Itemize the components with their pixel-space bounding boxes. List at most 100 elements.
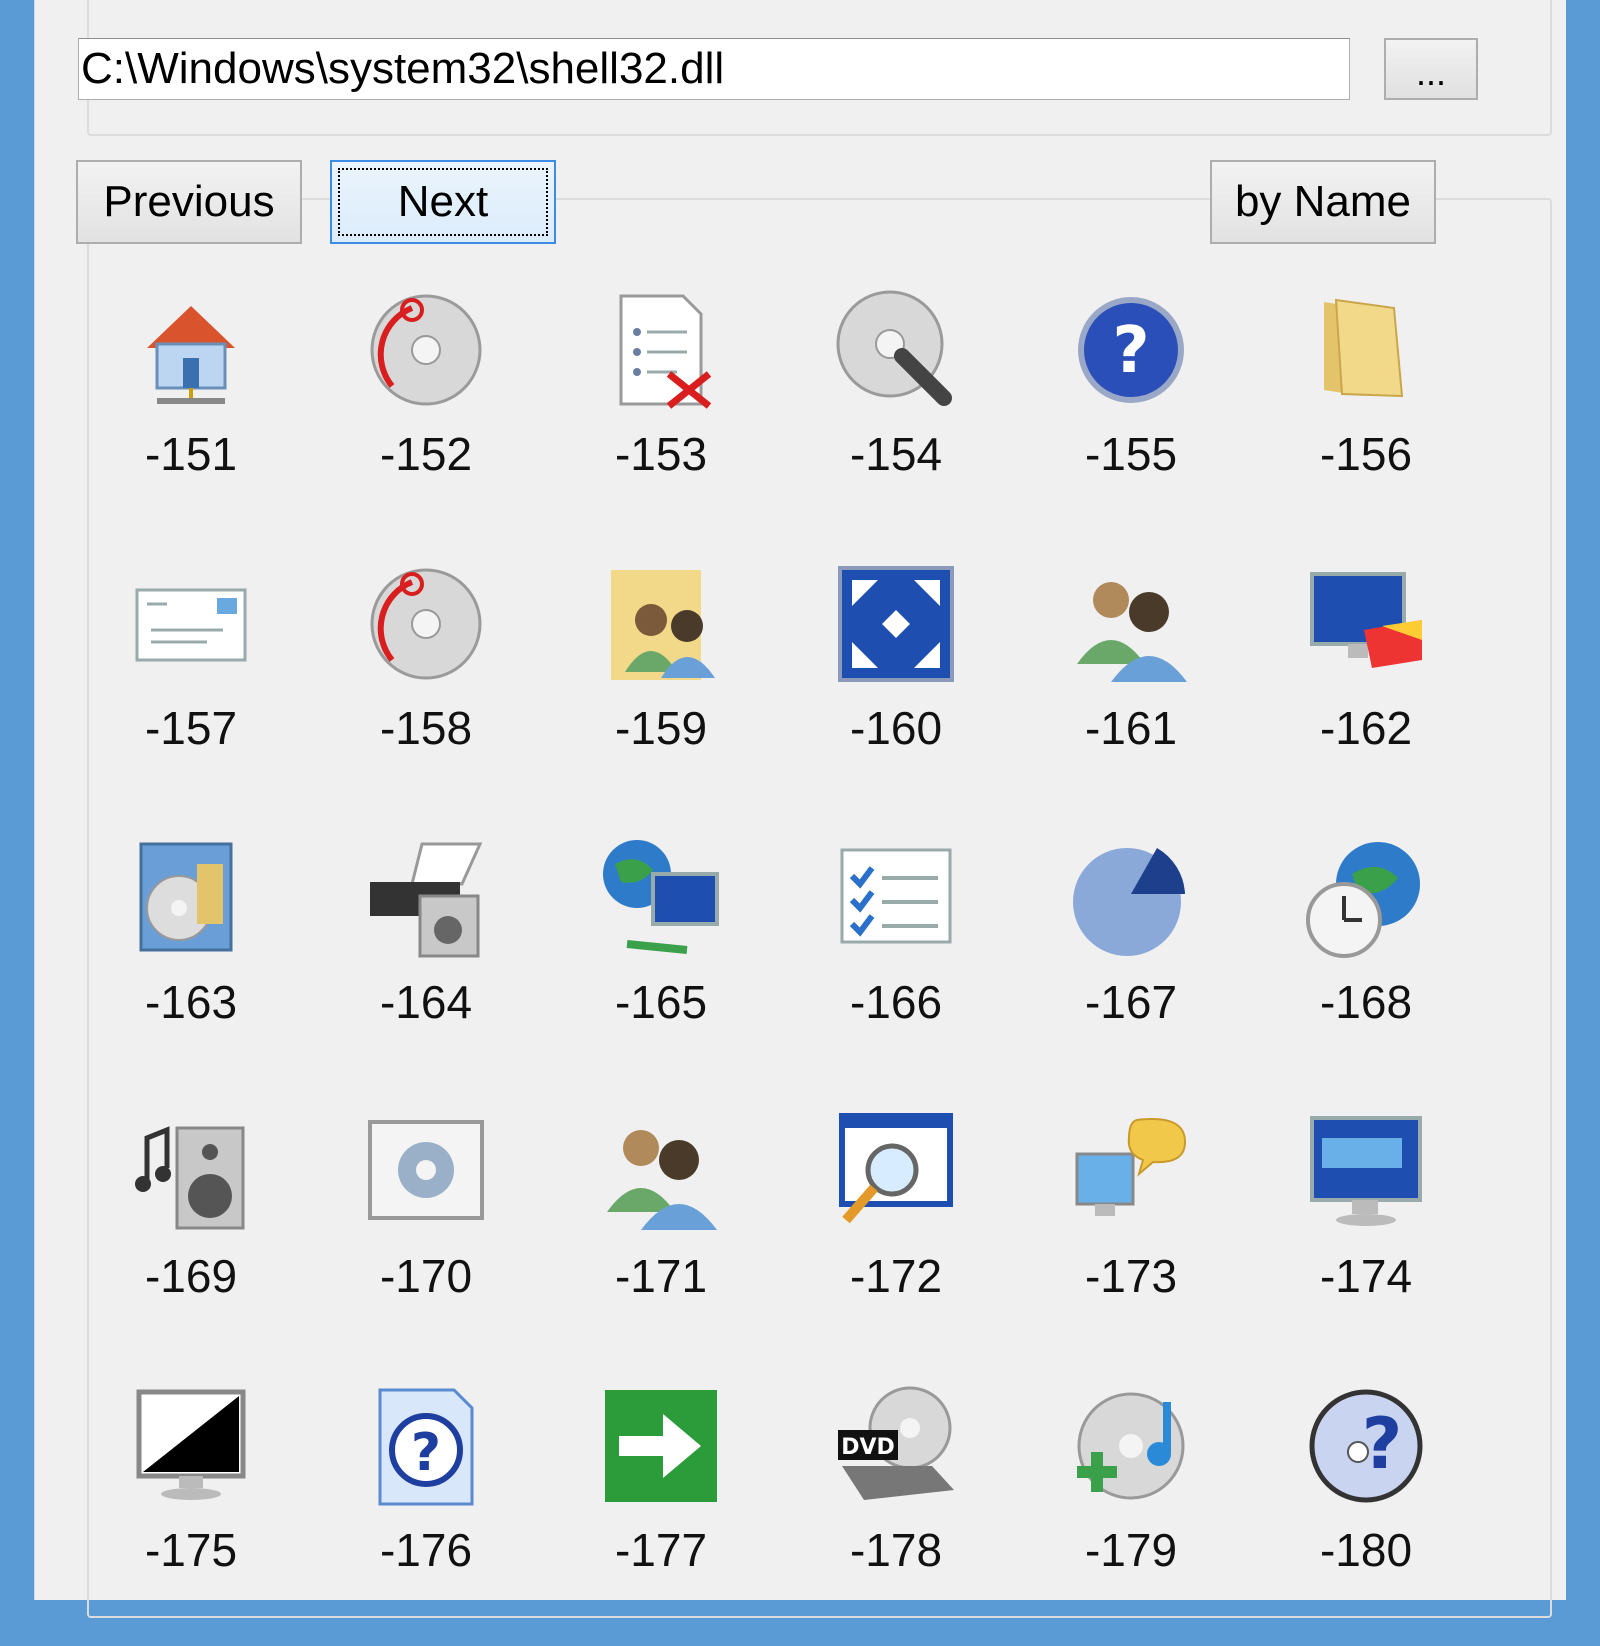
icon-index-label: -158: [379, 702, 473, 754]
icon-index-label: -177: [614, 1524, 708, 1576]
shared-folder-users-icon: [597, 560, 725, 688]
network-globe-icon: [597, 834, 725, 962]
icon-index-label: -163: [144, 976, 238, 1028]
icon-index-label: -164: [379, 976, 473, 1028]
icon-cell[interactable]: -174: [1247, 1098, 1482, 1372]
svg-text:?: ?: [1112, 314, 1149, 388]
next-button[interactable]: Next: [330, 160, 556, 244]
previous-button[interactable]: Previous: [76, 160, 302, 244]
icon-cell[interactable]: -169: [72, 1098, 307, 1372]
icon-index-label: -180: [1319, 1524, 1413, 1576]
fullscreen-icon: [832, 560, 960, 688]
monitor-contrast-icon: [127, 1382, 255, 1510]
icon-index-label: -152: [379, 428, 473, 480]
icon-cell[interactable]: DVD -178: [777, 1372, 1012, 1646]
green-arrow-icon: [597, 1382, 725, 1510]
icon-cell[interactable]: -161: [1012, 550, 1247, 824]
icon-cell[interactable]: -162: [1247, 550, 1482, 824]
keyboard-monitor-icon: [1302, 1108, 1430, 1236]
icon-cell[interactable]: -179: [1012, 1372, 1247, 1646]
icon-index-label: -170: [379, 1250, 473, 1302]
icon-index-label: -173: [1084, 1250, 1178, 1302]
svg-text:?: ?: [1362, 1403, 1403, 1485]
icon-index-label: -156: [1319, 428, 1413, 480]
disc-burn-icon: [362, 286, 490, 414]
settings-window-icon: [362, 1108, 490, 1236]
svg-text:DVD: DVD: [841, 1435, 895, 1460]
icon-index-label: -169: [144, 1250, 238, 1302]
home-network-icon: [127, 286, 255, 414]
icon-index-label: -178: [849, 1524, 943, 1576]
disc-burn-icon: [362, 560, 490, 688]
dvd-drive-icon: DVD: [832, 1382, 960, 1510]
checklist-icon: [832, 834, 960, 962]
icon-index-label: -179: [1084, 1524, 1178, 1576]
icon-cell[interactable]: -154: [777, 276, 1012, 550]
icon-cell[interactable]: -172: [777, 1098, 1012, 1372]
icon-index-label: -162: [1319, 702, 1413, 754]
icon-index-label: -171: [614, 1250, 708, 1302]
pie-chart-icon: [1067, 834, 1195, 962]
icon-index-label: -165: [614, 976, 708, 1028]
icon-index-label: -153: [614, 428, 708, 480]
display-color-icon: [1302, 560, 1430, 688]
printer-scanner-icon: [362, 834, 490, 962]
disc-help-icon: ?: [1302, 1382, 1430, 1510]
icon-cell[interactable]: -177: [542, 1372, 777, 1646]
icon-cell[interactable]: -157: [72, 550, 307, 824]
globe-clock-icon: [1302, 834, 1430, 962]
icon-index-label: -176: [379, 1524, 473, 1576]
icon-cell[interactable]: -159: [542, 550, 777, 824]
speaker-icon: [127, 1108, 255, 1236]
window-frame-right: [1566, 0, 1600, 1600]
icon-cell[interactable]: ? -176: [307, 1372, 542, 1646]
programs-disc-icon: [127, 834, 255, 962]
icon-cell[interactable]: -156: [1247, 276, 1482, 550]
file-path-input[interactable]: C:\Windows\system32\shell32.dll: [78, 38, 1350, 100]
icon-cell[interactable]: -166: [777, 824, 1012, 1098]
add-music-disc-icon: [1067, 1382, 1195, 1510]
svg-text:?: ?: [411, 1423, 441, 1483]
icon-index-label: -161: [1084, 702, 1178, 754]
icon-cell[interactable]: -170: [307, 1098, 542, 1372]
icon-cell[interactable]: -158: [307, 550, 542, 824]
document-delete-icon: [597, 286, 725, 414]
icon-grid: -151 -152 -153 -154? -155 -156 -157 -158 -159 -16…: [72, 276, 1482, 1646]
envelope-icon: [127, 560, 255, 688]
icon-index-label: -166: [849, 976, 943, 1028]
icon-index-label: -159: [614, 702, 708, 754]
next-button-label: Next: [397, 177, 489, 226]
users-icon: [1067, 560, 1195, 688]
browse-button[interactable]: ...: [1384, 38, 1478, 100]
icon-cell[interactable]: ? -155: [1012, 276, 1247, 550]
icon-index-label: -174: [1319, 1250, 1413, 1302]
icon-cell[interactable]: -167: [1012, 824, 1247, 1098]
help-icon: ?: [1067, 286, 1195, 414]
icon-cell[interactable]: -165: [542, 824, 777, 1098]
sort-by-name-button[interactable]: by Name: [1210, 160, 1436, 244]
disc-search-icon: [832, 286, 960, 414]
icon-index-label: -154: [849, 428, 943, 480]
icon-cell[interactable]: -151: [72, 276, 307, 550]
window-search-icon: [832, 1108, 960, 1236]
help-document-icon: ?: [362, 1382, 490, 1510]
icon-index-label: -155: [1084, 428, 1178, 480]
icon-cell[interactable]: -163: [72, 824, 307, 1098]
icon-cell[interactable]: -173: [1012, 1098, 1247, 1372]
icon-cell[interactable]: -171: [542, 1098, 777, 1372]
icon-index-label: -168: [1319, 976, 1413, 1028]
icon-cell[interactable]: -160: [777, 550, 1012, 824]
icon-index-label: -157: [144, 702, 238, 754]
folder-icon: [1302, 286, 1430, 414]
icon-index-label: -160: [849, 702, 943, 754]
icon-cell[interactable]: -164: [307, 824, 542, 1098]
icon-cell[interactable]: -152: [307, 276, 542, 550]
icon-index-label: -151: [144, 428, 238, 480]
icon-cell[interactable]: ? -180: [1247, 1372, 1482, 1646]
icon-index-label: -175: [144, 1524, 238, 1576]
icon-index-label: -167: [1084, 976, 1178, 1028]
icon-cell[interactable]: -175: [72, 1372, 307, 1646]
icon-cell[interactable]: -153: [542, 276, 777, 550]
icon-cell[interactable]: -168: [1247, 824, 1482, 1098]
computer-chat-icon: [1067, 1108, 1195, 1236]
